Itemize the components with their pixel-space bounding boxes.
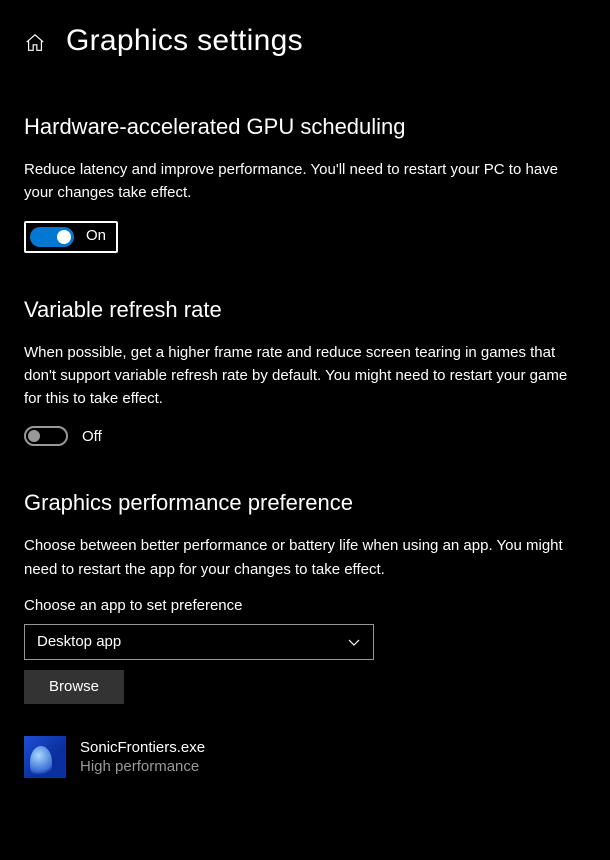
chevron-down-icon bbox=[347, 635, 361, 649]
perf-pref-description: Choose between better performance or bat… bbox=[24, 534, 584, 581]
app-icon bbox=[24, 736, 66, 778]
app-item-name: SonicFrontiers.exe bbox=[80, 739, 205, 756]
settings-content: Hardware-accelerated GPU scheduling Redu… bbox=[0, 114, 610, 782]
vrr-title: Variable refresh rate bbox=[24, 297, 586, 323]
page-header: Graphics settings bbox=[0, 0, 610, 74]
vrr-toggle-label: Off bbox=[82, 428, 102, 445]
app-item-text: SonicFrontiers.exe High performance bbox=[80, 739, 205, 775]
gpu-scheduling-toggle-label: On bbox=[86, 227, 106, 247]
gpu-scheduling-title: Hardware-accelerated GPU scheduling bbox=[24, 114, 586, 140]
browse-button[interactable]: Browse bbox=[24, 670, 124, 704]
toggle-knob bbox=[28, 430, 40, 442]
perf-pref-section: Graphics performance preference Choose b… bbox=[24, 490, 586, 782]
toggle-knob bbox=[57, 230, 71, 244]
home-icon[interactable] bbox=[24, 32, 46, 54]
app-item-preference: High performance bbox=[80, 758, 205, 775]
app-type-select[interactable]: Desktop app bbox=[24, 624, 374, 660]
vrr-toggle-row: Off bbox=[24, 426, 586, 446]
choose-app-label: Choose an app to set preference bbox=[24, 597, 586, 614]
gpu-scheduling-toggle[interactable] bbox=[30, 227, 74, 247]
gpu-scheduling-toggle-focus: On bbox=[24, 221, 118, 253]
vrr-section: Variable refresh rate When possible, get… bbox=[24, 297, 586, 447]
page-title: Graphics settings bbox=[66, 24, 303, 58]
app-type-selected: Desktop app bbox=[37, 633, 121, 650]
gpu-scheduling-section: Hardware-accelerated GPU scheduling Redu… bbox=[24, 114, 586, 253]
app-list: SonicFrontiers.exe High performance bbox=[24, 732, 586, 782]
vrr-description: When possible, get a higher frame rate a… bbox=[24, 341, 584, 411]
vrr-toggle[interactable] bbox=[24, 426, 68, 446]
perf-pref-title: Graphics performance preference bbox=[24, 490, 586, 516]
gpu-scheduling-toggle-row: On bbox=[24, 221, 586, 253]
app-list-item[interactable]: SonicFrontiers.exe High performance bbox=[24, 732, 586, 782]
gpu-scheduling-description: Reduce latency and improve performance. … bbox=[24, 158, 584, 205]
